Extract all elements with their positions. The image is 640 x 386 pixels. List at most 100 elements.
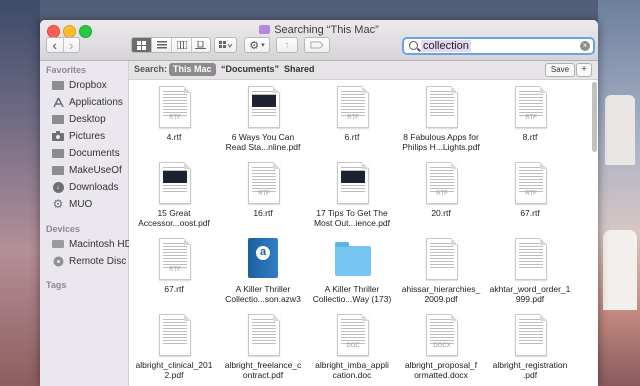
- sidebar-item-applications[interactable]: Applications: [52, 94, 123, 110]
- document-thumbnail-icon: RTF: [159, 86, 191, 128]
- sidebar-item-label: Applications: [69, 96, 123, 108]
- file-name-line: Collectio...Way (173): [312, 294, 392, 304]
- ebook-icon: [248, 238, 278, 278]
- file-item[interactable]: 15 Great Accessor...oost.pdf: [129, 162, 219, 234]
- file-type-label: RTF: [169, 267, 181, 273]
- windmill-image: [605, 95, 635, 165]
- file-name-line: 17 Tips To Get The: [316, 208, 388, 218]
- sidebar-item-label: Macintosh HD: [69, 238, 132, 250]
- edit-tags-button[interactable]: [304, 37, 330, 53]
- sidebar-item-desktop[interactable]: Desktop: [52, 111, 106, 127]
- share-icon: ↑: [284, 39, 290, 51]
- file-name-line: 6 Ways You Can: [231, 132, 295, 142]
- sidebar-item-dropbox[interactable]: Dropbox: [52, 77, 107, 93]
- file-item[interactable]: A Killer ThrillerCollectio...son.azw3: [218, 238, 308, 310]
- share-button[interactable]: ↑: [276, 37, 298, 53]
- file-name-line: albright_clinical_201: [135, 360, 213, 370]
- file-name: A Killer Thriller Collectio...Way (173): [307, 284, 397, 304]
- file-item[interactable]: RTF 4.rtf: [129, 86, 219, 158]
- file-name: albright_registration .pdf: [485, 360, 575, 380]
- sidebar-item-label: Desktop: [69, 113, 106, 125]
- chevron-down-icon: ▾: [261, 42, 265, 49]
- sidebar-item-documents[interactable]: Documents: [52, 145, 120, 161]
- forward-button[interactable]: ›: [64, 37, 80, 53]
- file-name-line: 8.rtf: [522, 132, 538, 142]
- scrollbar-thumb[interactable]: [592, 82, 597, 152]
- sidebar-item-label: Downloads: [69, 181, 119, 193]
- column-view-button[interactable]: [171, 38, 190, 52]
- scope-this-mac[interactable]: This Mac: [169, 63, 216, 76]
- file-item[interactable]: RTF 20.rtf: [396, 162, 486, 234]
- document-thumbnail-icon: RTF: [426, 162, 458, 204]
- file-item[interactable]: albright_registration .pdf: [485, 314, 575, 386]
- file-name-line: 2009.pdf: [424, 294, 458, 304]
- sidebar-item-muo[interactable]: ⚙ MUO: [52, 196, 93, 212]
- sidebar-item-makeuseof[interactable]: MakeUseOf: [52, 162, 122, 178]
- file-item[interactable]: ahissar_hierarchies_ 2009.pdf: [396, 238, 486, 310]
- file-name-line: albright_freelance_c: [224, 360, 302, 370]
- sidebar-item-pictures[interactable]: Pictures: [52, 128, 105, 144]
- file-name-line: 67.rtf: [520, 208, 540, 218]
- sidebar-item-macintosh-hd[interactable]: Macintosh HD: [52, 236, 132, 252]
- file-name-line: 16.rtf: [253, 208, 273, 218]
- action-button[interactable]: ⚙ ▾: [244, 37, 270, 53]
- file-item[interactable]: 17 Tips To Get The Most Out...ience.pdf: [307, 162, 397, 234]
- file-type-label: RTF: [525, 191, 537, 197]
- file-name: 4.rtf: [129, 132, 219, 142]
- forward-arrow-icon: ›: [68, 37, 74, 53]
- file-item[interactable]: RTF 67.rtf: [129, 238, 219, 310]
- sidebar-item-downloads[interactable]: ↓ Downloads: [52, 179, 118, 195]
- back-button[interactable]: ‹: [47, 37, 64, 53]
- folder-icon: [52, 147, 64, 159]
- file-item[interactable]: A Killer Thriller Collectio...Way (173): [307, 238, 397, 310]
- file-name: 17 Tips To Get The Most Out...ience.pdf: [307, 208, 397, 228]
- scope-shared[interactable]: Shared: [280, 63, 319, 76]
- file-name-line: akhtar_word_order_1: [489, 284, 571, 294]
- file-item[interactable]: DOCX albright_proposal_f ormatted.docx: [396, 314, 486, 386]
- document-thumbnail-icon: [426, 86, 458, 128]
- file-name-line: Most Out...ience.pdf: [313, 218, 391, 228]
- desktop-wallpaper-right: [598, 0, 640, 386]
- file-item[interactable]: 8 Fabulous Apps for Philips H...Lights.pd…: [396, 86, 486, 158]
- file-name-line: Accessor...oost.pdf: [138, 218, 210, 228]
- file-name: 20.rtf: [396, 208, 486, 218]
- save-search-button[interactable]: Save: [545, 63, 575, 77]
- file-grid: RTF 4.rtf 6 Ways You Can Read Sta...nline.p…: [129, 80, 598, 386]
- file-item[interactable]: RTF 6.rtf: [307, 86, 397, 158]
- scope-documents[interactable]: “Documents”: [217, 63, 283, 76]
- document-thumbnail-icon: RTF: [515, 86, 547, 128]
- arrange-button[interactable]: [214, 37, 237, 53]
- sidebar-header-favorites: Favorites: [46, 65, 87, 75]
- file-item[interactable]: albright_freelance_c ontract.pdf: [218, 314, 308, 386]
- file-item[interactable]: DOC albright_imba_appli cation.doc: [307, 314, 397, 386]
- disk-icon: [52, 238, 64, 250]
- sidebar-item-label: Dropbox: [69, 79, 107, 91]
- search-field[interactable]: collection ×: [402, 37, 595, 55]
- smart-folder-icon: [259, 25, 271, 34]
- file-item[interactable]: 6 Ways You Can Read Sta...nline.pdf: [218, 86, 308, 158]
- list-view-button[interactable]: [151, 38, 171, 52]
- cover-flow-button[interactable]: [190, 38, 210, 52]
- file-name-line: albright_proposal_f: [404, 360, 478, 370]
- file-item[interactable]: RTF 67.rtf: [485, 162, 575, 234]
- column-view-icon: [176, 41, 187, 49]
- file-name: albright_freelance_c ontract.pdf: [218, 360, 308, 380]
- file-name-line: albright_registration: [492, 360, 568, 370]
- back-forward-control: ‹ ›: [46, 37, 80, 53]
- file-type-label: DOCX: [433, 343, 451, 349]
- search-query-token[interactable]: collection: [421, 40, 471, 52]
- icon-view-button[interactable]: [132, 38, 152, 52]
- icon-view-icon: [137, 40, 147, 50]
- file-name-line: Read Sta...nline.pdf: [225, 142, 301, 152]
- file-name-line: albright_imba_appli: [315, 360, 389, 370]
- add-criteria-button[interactable]: +: [576, 63, 592, 77]
- clear-search-button[interactable]: ×: [580, 41, 590, 51]
- file-item[interactable]: akhtar_word_order_1 999.pdf: [485, 238, 575, 310]
- file-item[interactable]: RTF 16.rtf: [218, 162, 308, 234]
- file-item[interactable]: albright_clinical_201 2.pdf: [129, 314, 219, 386]
- sidebar-item-label: Pictures: [69, 130, 106, 142]
- sidebar-item-remote-disc[interactable]: Remote Disc: [52, 253, 126, 269]
- title-bar: Searching “This Mac” ‹ › ⚙ ▾ ↑ collectio…: [40, 20, 598, 61]
- sidebar-item-label: MakeUseOf: [69, 164, 122, 176]
- file-item[interactable]: RTF 8.rtf: [485, 86, 575, 158]
